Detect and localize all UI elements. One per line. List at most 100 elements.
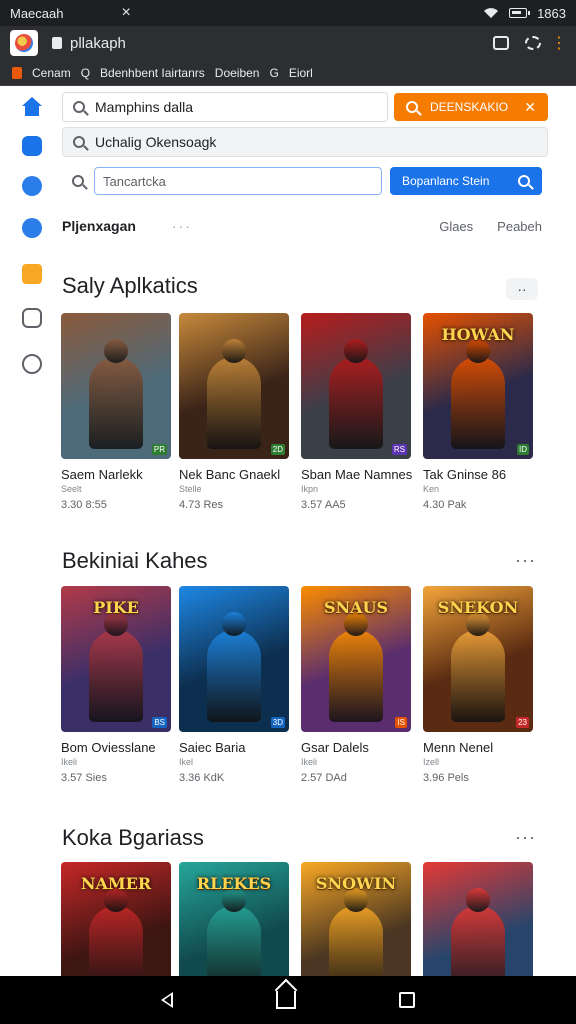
address-bar[interactable]: pllakaph: [52, 35, 493, 52]
game-logo-text: HOWAN: [441, 325, 515, 344]
game-rating-price: 3.57 Sies: [61, 772, 107, 784]
game-logo-text: PIKE: [93, 598, 139, 617]
game-thumbnail[interactable]: PIKE BS: [61, 586, 171, 732]
search-row-tertiary: Tancartcka Bopanlanc Stein: [62, 166, 548, 196]
game-card[interactable]: 3D Saiec Baria Ikel 3.36 KdK: [179, 586, 293, 784]
primary-search-input[interactable]: Mamphins dalla: [62, 92, 388, 122]
rating-badge: 3D: [270, 717, 285, 728]
game-developer: Ikeli: [61, 757, 78, 767]
game-card[interactable]: PR Saem Narlekk Seelt 3.30 8:55: [61, 313, 175, 511]
game-card[interactable]: PIKE BS Bom Oviesslane Ikeli 3.57 Sies: [61, 586, 175, 784]
game-thumbnail[interactable]: SNEKON 23: [423, 586, 533, 732]
recents-icon[interactable]: [398, 992, 415, 1008]
back-icon[interactable]: [161, 992, 174, 1008]
game-title: Tak Gninse 86: [423, 467, 507, 482]
game-title: Nek Banc Gnaekl: [179, 467, 281, 482]
blue-search-label: Bopanlanc Stein: [402, 174, 490, 188]
tab-first[interactable]: Pljenxagan: [62, 218, 136, 234]
clear-icon[interactable]: ✕: [524, 99, 536, 116]
game-developer: Stelle: [179, 484, 202, 494]
game-thumbnail[interactable]: PR: [61, 313, 171, 459]
game-developer: Ikeli: [301, 757, 318, 767]
bookmark-item[interactable]: G: [269, 66, 278, 80]
game-title: Bom Oviesslane: [61, 740, 156, 755]
game-developer: Izell: [423, 757, 440, 767]
section-title: Saly Aplkatics: [62, 273, 198, 298]
game-rating-price: 3.30 8:55: [61, 499, 107, 511]
search-icon: [73, 136, 85, 148]
movies-icon[interactable]: [22, 218, 42, 238]
secondary-search-value: Uchalig Okensoagk: [95, 134, 217, 150]
game-developer: Seelt: [61, 484, 82, 494]
lock-icon: [52, 37, 62, 49]
secondary-search-input[interactable]: Uchalig Okensoagk: [62, 127, 548, 157]
tab-glaes[interactable]: Glaes: [439, 219, 473, 234]
game-thumbnail[interactable]: 3D: [179, 586, 289, 732]
search-row-secondary: Uchalig Okensoagk: [62, 127, 548, 157]
character-art: [207, 339, 261, 449]
game-logo-text: RLEKES: [196, 874, 272, 893]
game-card[interactable]: 2D Nek Banc Gnaekl Stelle 4.73 Res: [179, 313, 293, 511]
side-navigation: [0, 86, 64, 976]
character-art: [329, 339, 383, 449]
orange-search-button[interactable]: DEENSKAKIO ✕: [394, 93, 548, 121]
game-card[interactable]: HOWAN ID Tak Gninse 86 Ken 4.30 Pak: [423, 313, 537, 511]
rating-badge: 23: [516, 717, 529, 728]
character-art: [329, 612, 383, 722]
rating-badge: BS: [152, 717, 167, 728]
game-logo-text: SNAUS: [323, 598, 389, 617]
game-developer: Ikpn: [301, 484, 319, 494]
books-icon[interactable]: [22, 264, 42, 284]
game-card[interactable]: SNEKON 23 Menn Nenel Izell 3.96 Pels: [423, 586, 537, 784]
system-nav-bar: [0, 976, 576, 1024]
home-icon[interactable]: [22, 97, 42, 118]
game-logo-text: SNEKON: [437, 598, 519, 617]
game-thumbnail[interactable]: SNAUS IS: [301, 586, 411, 732]
game-developer: Ken: [423, 484, 440, 494]
settings-icon[interactable]: [525, 36, 541, 50]
game-title: Saiec Baria: [179, 740, 246, 755]
section-more-button[interactable]: ···: [515, 827, 536, 848]
status-time: 1863: [537, 5, 566, 21]
section-more-button[interactable]: ···: [515, 550, 536, 571]
primary-search-value: Mamphins dalla: [95, 99, 194, 115]
game-title: Gsar Dalels: [301, 740, 369, 755]
game-logo-text: SNOWIN: [315, 874, 397, 893]
rating-badge: ID: [517, 444, 529, 455]
search-icon: [518, 175, 530, 187]
apps-icon[interactable]: [22, 136, 42, 156]
tabs-icon[interactable]: [493, 36, 509, 50]
section-more-button[interactable]: ··: [506, 278, 538, 300]
home-nav-icon[interactable]: [275, 991, 296, 1009]
blue-search-button[interactable]: Bopanlanc Stein: [390, 167, 542, 195]
status-title: Maecaah: [10, 5, 64, 21]
game-title: Saem Narlekk: [61, 467, 143, 482]
bookmarks-bar: Cenam Q Bdenhbent Iairtanrs Doeiben G Ei…: [0, 60, 576, 86]
game-rating-price: 3.36 KdK: [179, 772, 225, 784]
search-icon: [72, 175, 84, 187]
games-icon[interactable]: [22, 176, 42, 196]
menu-kebab-icon[interactable]: ⋮: [551, 33, 567, 53]
game-rating-price: 4.73 Res: [179, 499, 224, 511]
tab-dots[interactable]: ···: [172, 218, 192, 234]
game-thumbnail[interactable]: 2D: [179, 313, 289, 459]
game-card[interactable]: RS Sban Mae Namnes Ikpn 3.57 AA5: [301, 313, 415, 511]
close-icon[interactable]: ×: [121, 4, 130, 22]
game-rating-price: 2.57 DAd: [301, 772, 347, 784]
address-bar-url: pllakaph: [70, 34, 126, 52]
bookmark-item[interactable]: Cenam: [32, 66, 71, 80]
game-card[interactable]: SNAUS IS Gsar Dalels Ikeli 2.57 DAd: [301, 586, 415, 784]
game-rating-price: 3.57 AA5: [301, 499, 346, 511]
bookmark-item[interactable]: Bdenhbent Iairtanrs: [100, 66, 205, 80]
account-icon[interactable]: [22, 354, 42, 374]
tab-peabeh[interactable]: Peabeh: [497, 219, 542, 234]
library-icon[interactable]: [22, 308, 42, 328]
search-icon: [406, 101, 418, 113]
tertiary-search-input[interactable]: Tancartcka: [94, 167, 382, 195]
bookmark-item[interactable]: Eiorl: [289, 66, 313, 80]
game-thumbnail[interactable]: RS: [301, 313, 411, 459]
game-thumbnail[interactable]: HOWAN ID: [423, 313, 533, 459]
character-art: [207, 612, 261, 722]
bookmark-item[interactable]: Doeiben: [215, 66, 260, 80]
bookmark-item[interactable]: Q: [81, 66, 90, 80]
